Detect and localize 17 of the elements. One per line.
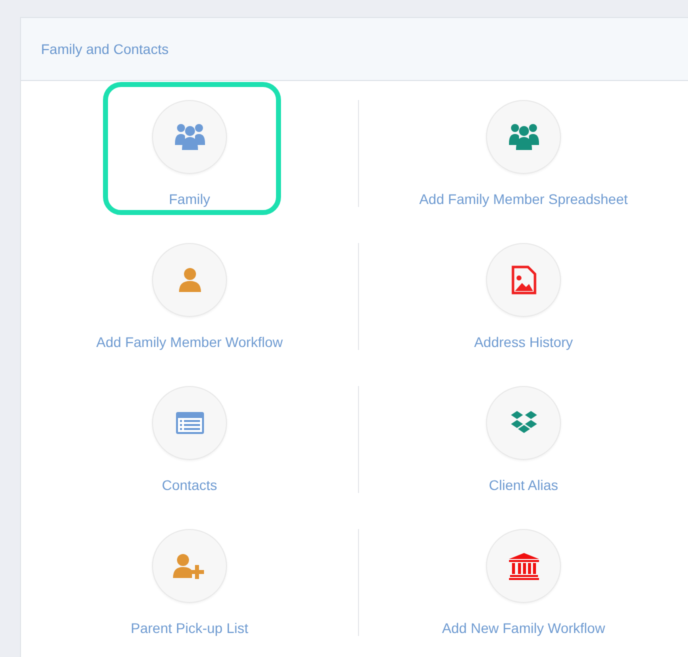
person-add-icon (172, 553, 206, 579)
tile-link[interactable]: Parent Pick-up List (130, 620, 248, 636)
tile-link[interactable]: Contacts (162, 477, 218, 493)
boxes-icon (510, 410, 538, 436)
list-card-icon (174, 411, 204, 435)
bank-icon (508, 552, 540, 580)
tile-link[interactable]: Add New Family Workflow (442, 620, 606, 636)
image-file-icon (510, 265, 536, 295)
tile-link[interactable]: Client Alias (488, 477, 558, 493)
group-icon (174, 123, 206, 151)
tile-link[interactable]: Family (168, 191, 210, 207)
panel-title: Family and Contacts (41, 41, 169, 57)
tile-link[interactable]: Add Family Member Spreadsheet (419, 191, 628, 207)
tile-link[interactable]: Address History (474, 334, 573, 350)
group-icon (508, 123, 540, 151)
person-icon (178, 267, 200, 293)
tile-link[interactable]: Add Family Member Workflow (96, 334, 283, 350)
